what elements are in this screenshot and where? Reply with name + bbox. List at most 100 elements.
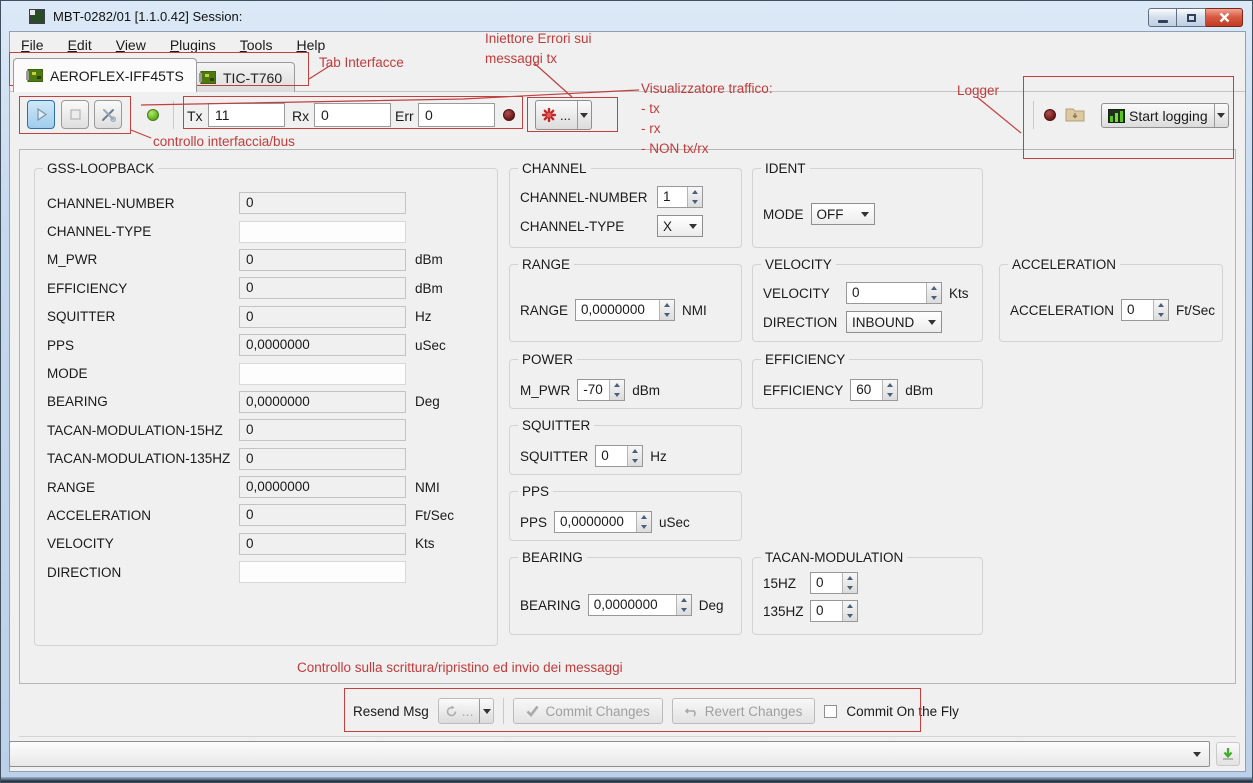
channel-type-combobox[interactable]: X [657, 215, 703, 237]
message-selector-combobox[interactable] [9, 741, 1210, 767]
close-icon [1219, 12, 1230, 23]
readonly-field: 0 [239, 277, 406, 299]
field-label: CHANNEL-TYPE [520, 219, 650, 234]
efficiency-spinbox[interactable]: 60 [850, 379, 898, 401]
unit-label: uSec [415, 338, 446, 353]
velocity-spinbox[interactable]: 0 [846, 282, 942, 304]
readonly-field: 0 [239, 533, 406, 555]
field-label: DIRECTION [47, 565, 239, 580]
annotation-tab-interface: Tab Interfacce [319, 53, 404, 73]
unit-label: dBm [905, 383, 933, 398]
field-label: TACAN-MODULATION-15HZ [47, 423, 239, 438]
group-title: SQUITTER [518, 418, 594, 433]
spin-down-icon[interactable] [843, 583, 857, 593]
readonly-field [239, 363, 406, 385]
annotation-bus-control: controllo interfaccia/bus [153, 132, 295, 152]
field-label: M_PWR [520, 383, 570, 398]
spin-up-icon[interactable] [883, 380, 897, 390]
group-ident: IDENT MODE OFF [752, 168, 983, 248]
spin-down-icon[interactable] [927, 293, 941, 303]
spin-up-icon[interactable] [1154, 300, 1168, 310]
spin-up-icon[interactable] [843, 573, 857, 583]
tab-aeroflex-iff45ts[interactable]: AEROFLEX-IFF45TS [13, 58, 197, 92]
annotation-traffic-viewer: Visualizzatore traffico: - tx - rx - NON… [641, 79, 773, 159]
gss-row: TACAN-MODULATION-135HZ0 [47, 445, 487, 473]
dropdown-arrow-icon [928, 320, 936, 325]
spin-down-icon[interactable] [1154, 310, 1168, 320]
spin-up-icon[interactable] [637, 512, 651, 522]
group-title: RANGE [518, 257, 574, 272]
group-acceleration: ACCELERATION ACCELERATION 0 Ft/Sec [999, 264, 1223, 342]
spin-up-icon[interactable] [628, 446, 642, 456]
field-label: SQUITTER [520, 449, 588, 464]
annotation-error-injector: Iniettore Errori sui messaggi tx [485, 29, 592, 69]
squitter-spinbox[interactable]: 0 [595, 445, 643, 467]
group-squitter: SQUITTER SQUITTER 0 Hz [509, 425, 742, 475]
spin-up-icon[interactable] [610, 380, 624, 390]
app-icon [29, 9, 45, 24]
readonly-field [239, 561, 406, 583]
tacan-15hz-spinbox[interactable]: 0 [810, 572, 858, 594]
tacan-135hz-spinbox[interactable]: 0 [810, 600, 858, 622]
range-spinbox[interactable]: 0,0000000 [575, 299, 675, 321]
group-title: POWER [518, 352, 577, 367]
group-bearing: BEARING BEARING 0,0000000 Deg [509, 557, 742, 635]
field-label: MODE [47, 366, 239, 381]
readonly-field: 0 [239, 504, 406, 526]
send-message-button[interactable] [1216, 742, 1240, 766]
close-button[interactable] [1206, 8, 1243, 27]
green-download-arrow-icon [1221, 747, 1235, 761]
direction-combobox[interactable]: INBOUND [846, 311, 942, 333]
group-efficiency: EFFICIENCY EFFICIENCY 60 dBm [752, 359, 983, 409]
spin-down-icon[interactable] [610, 390, 624, 400]
tab-label: AEROFLEX-IFF45TS [50, 68, 184, 84]
channel-number-spinbox[interactable]: 1 [657, 186, 703, 208]
lower-divider [19, 736, 1236, 737]
spin-down-icon[interactable] [660, 310, 674, 320]
spin-down-icon[interactable] [688, 197, 702, 207]
spin-up-icon[interactable] [688, 187, 702, 197]
circuit-board-icon [26, 69, 43, 82]
group-title: GSS-LOOPBACK [43, 161, 158, 176]
readonly-field: 0 [239, 419, 406, 441]
spin-down-icon[interactable] [843, 611, 857, 621]
field-label: CHANNEL-NUMBER [47, 196, 239, 211]
gss-row: CHANNEL-TYPE [47, 217, 487, 245]
readonly-field [239, 221, 406, 243]
unit-label: NMI [682, 303, 707, 318]
field-label: PPS [520, 515, 547, 530]
title-bar[interactable]: MBT-0282/01 [1.1.0.42] Session: [1, 1, 1252, 31]
unit-label: Ft/Sec [415, 508, 454, 523]
maximize-icon [1187, 14, 1196, 22]
spin-down-icon[interactable] [628, 456, 642, 466]
field-label: M_PWR [47, 252, 239, 267]
annotation-box-injector [527, 97, 618, 132]
group-title: ACCELERATION [1008, 257, 1120, 272]
unit-label: Hz [650, 449, 667, 464]
mpwr-spinbox[interactable]: -70 [577, 379, 625, 401]
ident-mode-combobox[interactable]: OFF [811, 203, 875, 225]
field-label: VELOCITY [47, 536, 239, 551]
spin-up-icon[interactable] [660, 300, 674, 310]
group-title: EFFICIENCY [761, 352, 849, 367]
field-label: PPS [47, 338, 239, 353]
field-label: RANGE [47, 480, 239, 495]
unit-label: dBm [632, 383, 660, 398]
spin-down-icon[interactable] [883, 390, 897, 400]
spin-down-icon[interactable] [677, 605, 691, 615]
maximize-button[interactable] [1177, 8, 1206, 27]
acceleration-spinbox[interactable]: 0 [1121, 299, 1169, 321]
group-title: BEARING [518, 550, 587, 565]
spin-up-icon[interactable] [677, 595, 691, 605]
field-label: ACCELERATION [1010, 303, 1114, 318]
spin-up-icon[interactable] [927, 283, 941, 293]
unit-label: uSec [659, 515, 690, 530]
pps-spinbox[interactable]: 0,0000000 [554, 511, 652, 533]
gss-row: TACAN-MODULATION-15HZ0 [47, 416, 487, 444]
minimize-button[interactable] [1148, 8, 1177, 27]
bearing-spinbox[interactable]: 0,0000000 [588, 594, 692, 616]
spin-up-icon[interactable] [843, 601, 857, 611]
readonly-field: 0 [239, 306, 406, 328]
spin-down-icon[interactable] [637, 522, 651, 532]
gss-row: DIRECTION [47, 558, 487, 586]
